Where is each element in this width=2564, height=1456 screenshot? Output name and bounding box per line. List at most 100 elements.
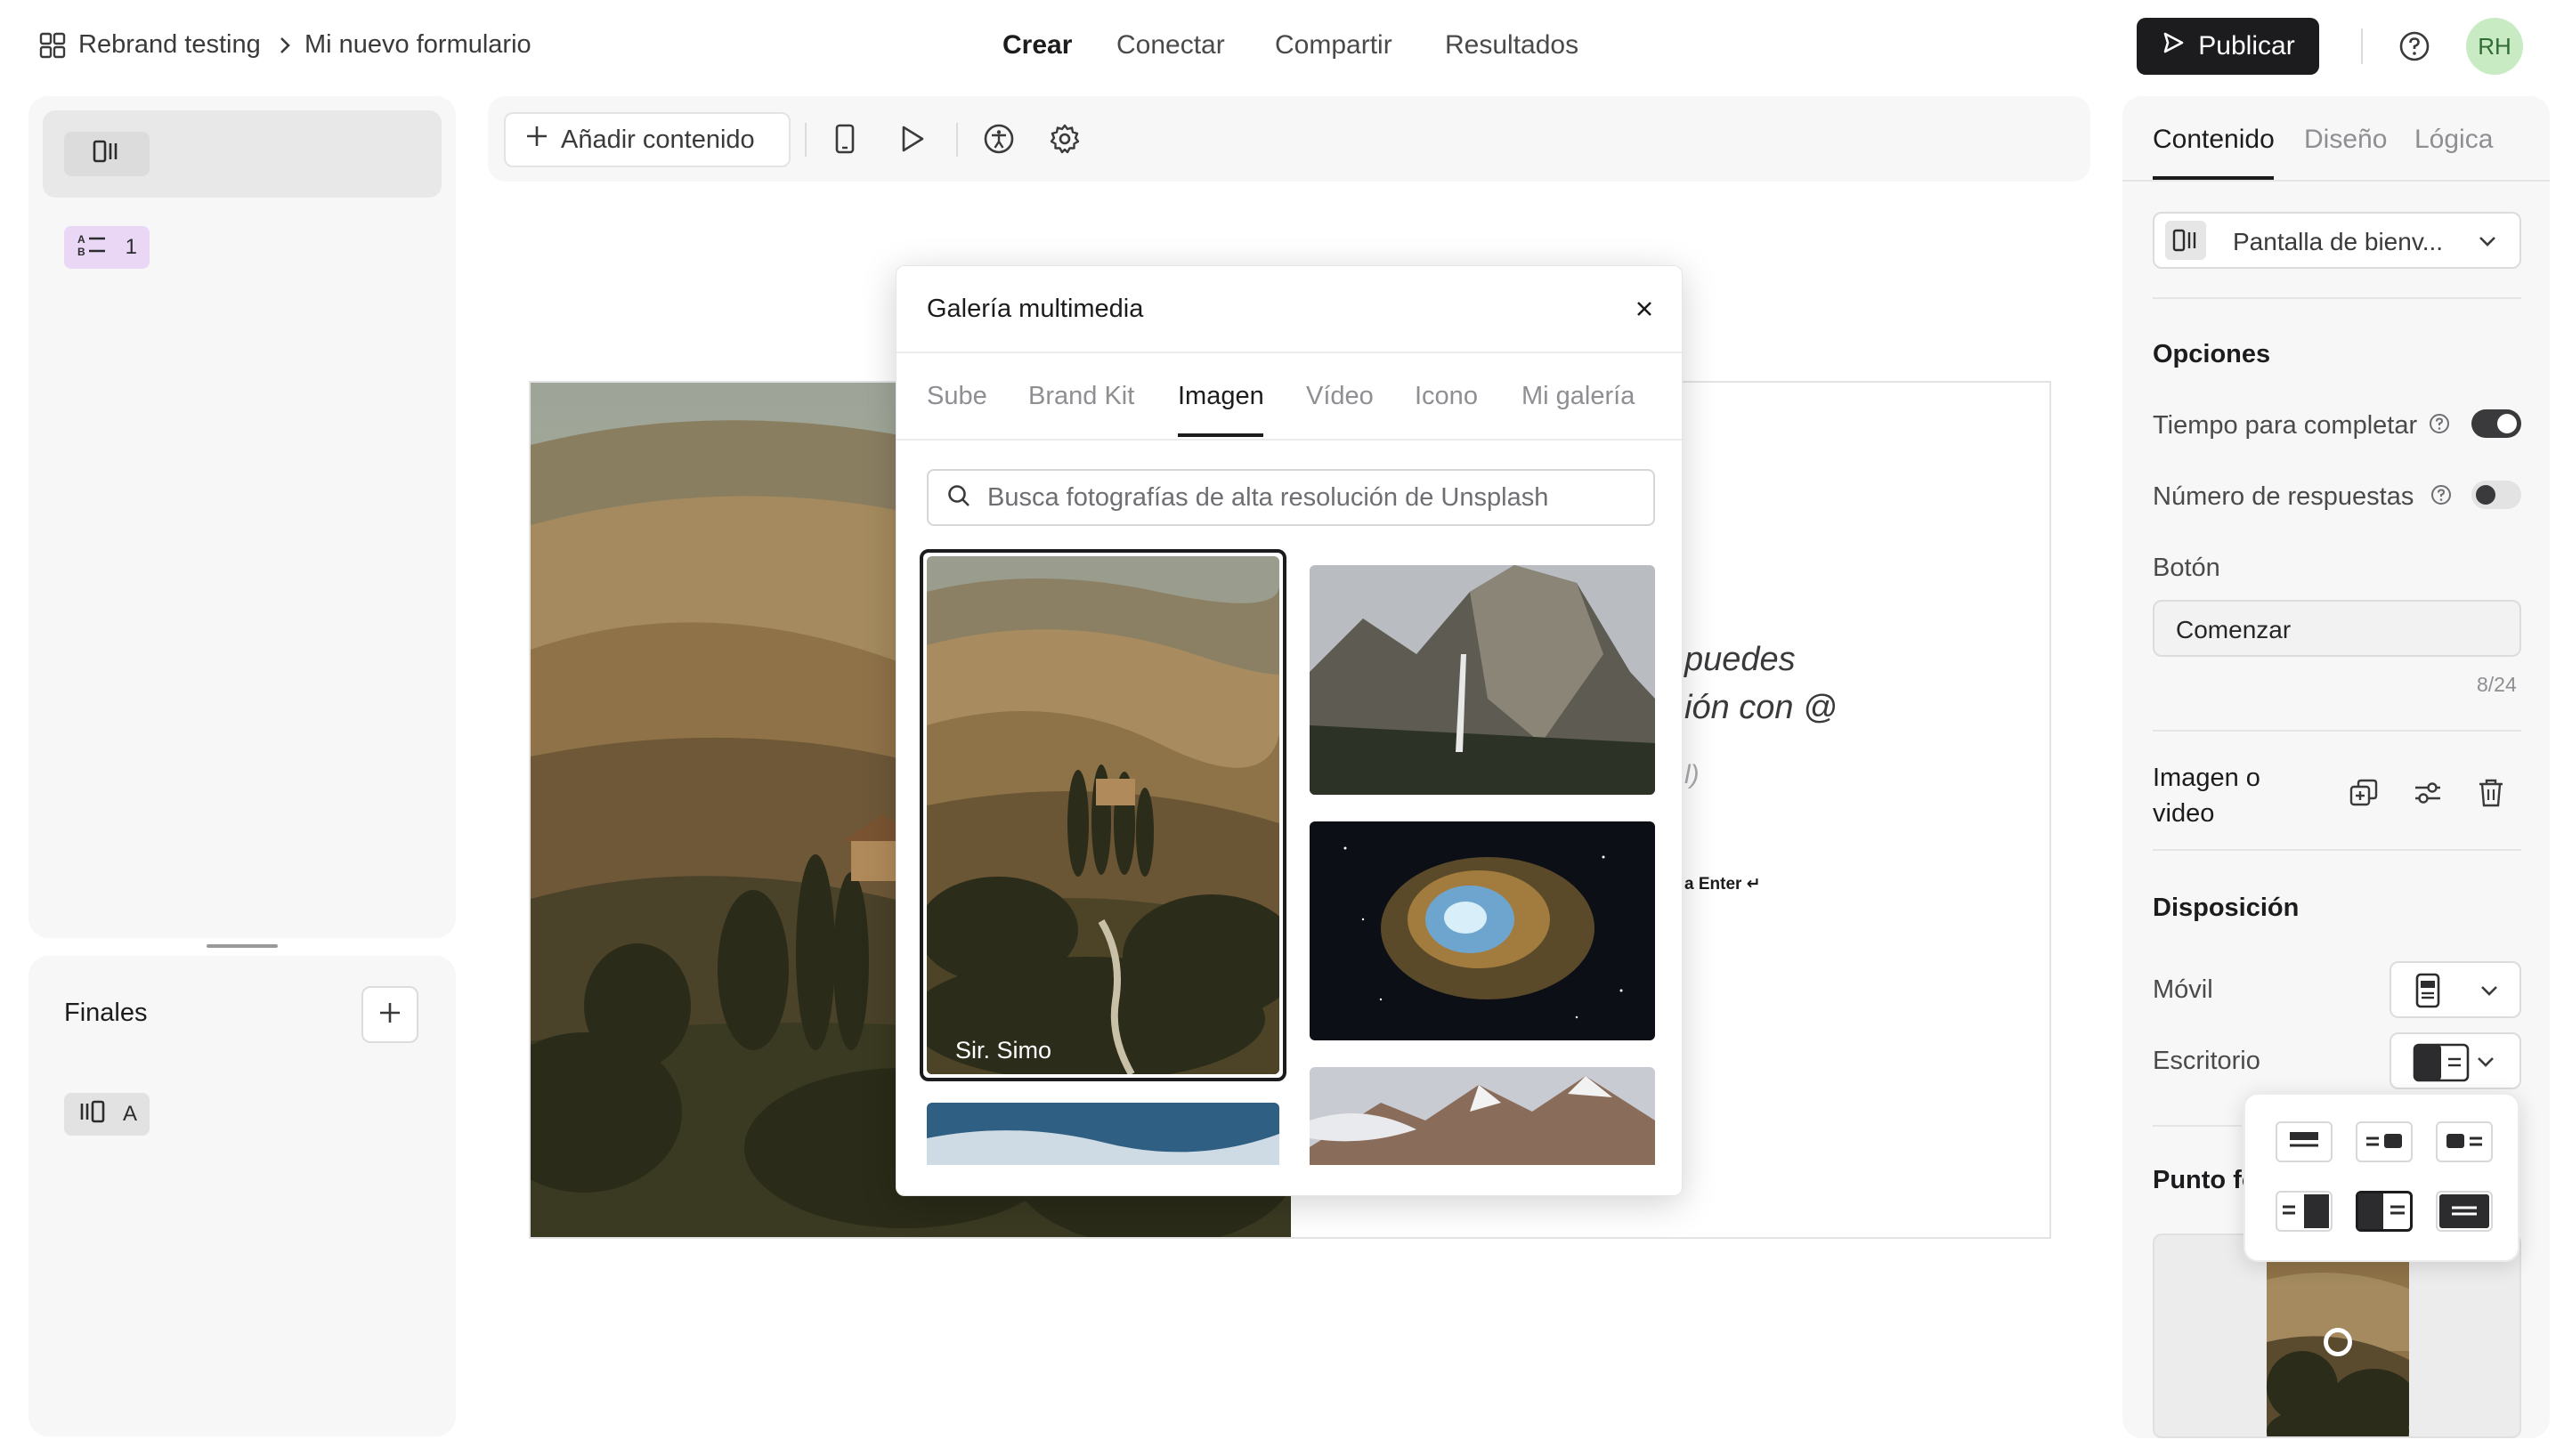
divider	[2122, 180, 2550, 182]
app-root: Rebrand testing Mi nuevo formulario Crea…	[0, 0, 2564, 1456]
question-item-1[interactable]: AB 1	[64, 226, 150, 269]
adjust-sliders-icon[interactable]	[2413, 778, 2443, 813]
nav-tab-connect[interactable]: Conectar	[1116, 30, 1225, 61]
tab-my-gallery[interactable]: Mi galería	[1521, 382, 1635, 411]
desktop-layout-label: Escritorio	[2153, 1047, 2260, 1075]
media-gallery-modal: Galería multimedia Sube Brand Kit Imagen…	[896, 265, 1683, 1196]
layout-option-image-left-small[interactable]	[2436, 1121, 2493, 1162]
help-icon[interactable]	[2398, 30, 2430, 67]
canvas-toolbar: Añadir contenido	[488, 96, 2090, 182]
mobile-layout-select[interactable]	[2390, 961, 2521, 1018]
divider	[956, 123, 958, 157]
modal-title: Galería multimedia	[927, 295, 1144, 323]
responses-count-toggle[interactable]	[2471, 481, 2521, 509]
divider	[2153, 1125, 2242, 1127]
publish-label: Publicar	[2198, 31, 2295, 61]
endings-panel: Finales A	[28, 956, 456, 1436]
focal-point-editor[interactable]	[2153, 1234, 2521, 1438]
mobile-layout-icon	[2414, 972, 2441, 1014]
tab-upload[interactable]: Sube	[927, 382, 987, 411]
divider	[2153, 849, 2521, 851]
time-to-complete-toggle[interactable]	[2471, 409, 2521, 438]
tab-brand-kit[interactable]: Brand Kit	[1028, 382, 1134, 411]
image-thumb-tuscany[interactable]: Sir. Simo	[927, 556, 1279, 1074]
multiple-choice-icon: AB	[77, 231, 107, 264]
image-thumb-nebula[interactable]	[1310, 821, 1655, 1040]
active-tab-indicator	[1178, 433, 1263, 437]
divider	[2361, 28, 2363, 64]
tab-icon[interactable]: Icono	[1415, 382, 1478, 411]
image-thumb-snowy-mountains[interactable]	[1310, 1067, 1655, 1165]
layout-option-image-right-small[interactable]	[2356, 1121, 2413, 1162]
chevron-down-icon	[2477, 233, 2498, 254]
nav-tab-create[interactable]: Crear	[1002, 30, 1072, 61]
svg-text:B: B	[77, 246, 85, 258]
time-to-complete-label: Tiempo para completar	[2153, 411, 2418, 440]
options-title: Opciones	[2153, 340, 2271, 368]
trash-icon[interactable]	[2477, 778, 2505, 813]
mobile-preview-icon[interactable]	[833, 123, 856, 155]
close-icon[interactable]	[1635, 300, 1653, 322]
toggle-knob	[2497, 414, 2517, 433]
top-bar: Rebrand testing Mi nuevo formulario Crea…	[0, 0, 2564, 93]
preview-description: l)	[1684, 760, 1700, 789]
info-icon[interactable]	[2430, 484, 2452, 510]
add-content-label: Añadir contenido	[561, 125, 755, 154]
question-list-panel: AB 1	[28, 96, 456, 938]
char-counter: 8/24	[2477, 673, 2517, 696]
tab-design[interactable]: Diseño	[2304, 125, 2387, 155]
nav-tab-share[interactable]: Compartir	[1275, 30, 1392, 61]
layout-option-split-left-selected[interactable]	[2356, 1191, 2413, 1232]
ending-label: A	[122, 1102, 137, 1126]
accessibility-icon[interactable]	[983, 123, 1015, 155]
send-icon	[2161, 30, 2186, 62]
preview-title-line-2: ión con @	[1684, 689, 1838, 726]
user-avatar[interactable]: RH	[2466, 18, 2523, 75]
replace-media-icon[interactable]	[2349, 778, 2379, 813]
focal-point-label: Punto fo	[2153, 1166, 2258, 1194]
tab-logic[interactable]: Lógica	[2414, 125, 2493, 155]
question-number: 1	[125, 235, 137, 259]
screen-type-select[interactable]: Pantalla de bienv...	[2153, 212, 2521, 269]
apps-grid-icon[interactable]	[39, 32, 66, 63]
divider	[2153, 730, 2521, 732]
button-label: Botón	[2153, 554, 2220, 582]
focal-point-handle[interactable]	[2324, 1328, 2352, 1356]
ending-item-a[interactable]: A	[64, 1093, 150, 1136]
tab-image[interactable]: Imagen	[1178, 382, 1264, 411]
search-input[interactable]	[987, 482, 1611, 513]
add-content-button[interactable]: Añadir contenido	[504, 112, 791, 167]
search-icon	[946, 483, 971, 513]
toggle-knob	[2476, 485, 2495, 505]
layout-option-split-right[interactable]	[2276, 1191, 2333, 1232]
image-thumb-yosemite[interactable]	[1310, 565, 1655, 795]
image-or-video-label: Imagen o video	[2153, 764, 2260, 828]
preview-title-line-1: puedes	[1684, 641, 1796, 678]
image-thumb-blue-sky[interactable]	[927, 1103, 1279, 1165]
add-ending-button[interactable]	[361, 986, 418, 1043]
publish-button[interactable]: Publicar	[2137, 18, 2319, 75]
preview-enter-hint: a Enter ↵	[1684, 875, 1761, 894]
welcome-screen-icon	[2165, 221, 2206, 260]
image-author: Sir. Simo	[955, 1037, 1052, 1064]
button-text-field[interactable]: Comenzar	[2153, 600, 2521, 657]
breadcrumb-form-name[interactable]: Mi nuevo formulario	[304, 30, 531, 60]
layout-option-image-top[interactable]	[2276, 1121, 2333, 1162]
layout-option-fullscreen[interactable]	[2436, 1191, 2493, 1232]
desktop-layout-select[interactable]	[2390, 1032, 2521, 1089]
welcome-screen-badge	[64, 132, 150, 176]
welcome-screen-item[interactable]	[43, 110, 442, 198]
breadcrumb-workspace[interactable]: Rebrand testing	[78, 30, 261, 60]
settings-gear-icon[interactable]	[1049, 123, 1081, 155]
unsplash-search[interactable]	[927, 469, 1655, 526]
play-preview-icon[interactable]	[896, 123, 928, 155]
mobile-layout-label: Móvil	[2153, 975, 2213, 1004]
tab-video[interactable]: Vídeo	[1306, 382, 1374, 411]
tab-content[interactable]: Contenido	[2153, 125, 2275, 155]
plus-icon	[525, 125, 548, 155]
info-icon[interactable]	[2429, 413, 2450, 439]
button-text-value: Comenzar	[2176, 616, 2292, 643]
panel-resize-handle[interactable]	[207, 944, 278, 948]
chevron-right-icon	[278, 36, 292, 60]
nav-tab-results[interactable]: Resultados	[1445, 30, 1578, 61]
